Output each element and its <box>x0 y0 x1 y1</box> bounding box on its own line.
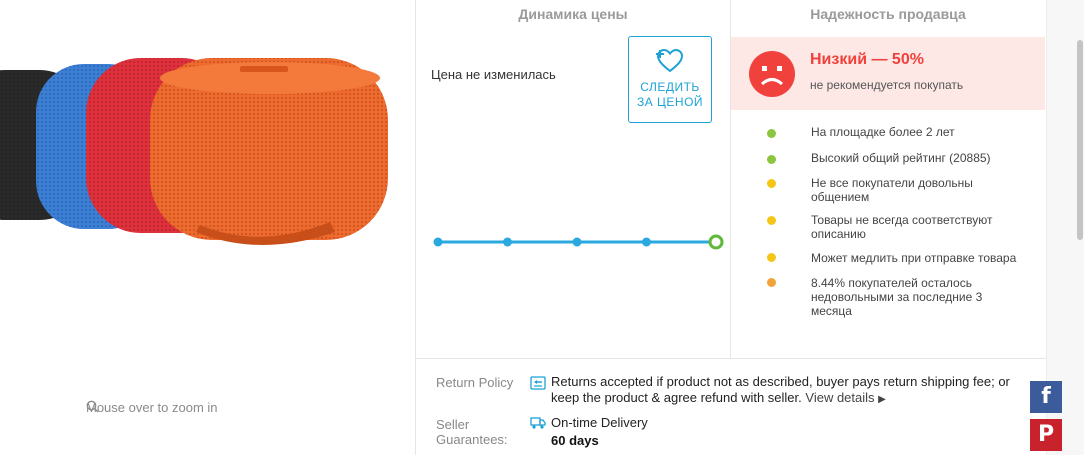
feature-text: Не все покупатели довольны общением <box>811 176 973 204</box>
status-dot <box>767 216 776 225</box>
price-point[interactable] <box>503 237 512 247</box>
delivery-truck-icon <box>530 417 546 429</box>
status-dot <box>767 253 776 262</box>
feature-text: 8.44% покупателей осталось недовольными … <box>811 276 983 318</box>
view-details-link[interactable]: View details ▶ <box>805 390 885 405</box>
facebook-share-button[interactable]: f <box>1030 381 1062 413</box>
rating-level: Низкий — 50% <box>810 51 924 68</box>
heart-plus-icon <box>656 48 684 73</box>
rating-note: не рекомендуется покупать <box>810 78 964 92</box>
status-dot <box>767 179 776 188</box>
price-dynamics-panel: Динамика цены Цена не изменилась СЛЕДИТЬ… <box>416 0 730 358</box>
feature-text: Товары не всегда соответствуют описанию <box>811 213 993 241</box>
seller-reliability-panel: Надежность продавца Низкий — 50% не реко… <box>731 0 1045 358</box>
follow-price-label-1: СЛЕДИТЬ <box>640 80 700 94</box>
price-chart <box>433 234 724 250</box>
seller-guarantees-label-2: Guarantees: <box>436 432 508 447</box>
on-time-delivery-text: On-time Delivery <box>551 415 648 430</box>
caret-right-icon: ▶ <box>878 394 886 405</box>
return-policy-text: Returns accepted if product not as descr… <box>551 374 1011 408</box>
zoom-hint: Mouse over to zoom in <box>86 400 218 415</box>
status-dot <box>767 129 776 138</box>
status-dot <box>767 278 776 287</box>
pinterest-share-button[interactable]: P <box>1030 419 1062 451</box>
feature-text: Высокий общий рейтинг (20885) <box>811 151 991 165</box>
price-point[interactable] <box>433 237 443 247</box>
delivery-days: 60 days <box>551 433 599 448</box>
price-panel-title: Динамика цены <box>518 6 628 22</box>
price-point[interactable] <box>642 237 651 247</box>
feature-text: На площадке более 2 лет <box>811 125 955 139</box>
follow-price-label-2: ЗА ЦЕНОЙ <box>636 95 704 109</box>
seller-rating-box: Низкий — 50% не рекомендуется покупать <box>731 37 1045 110</box>
return-icon <box>530 376 546 390</box>
zoom-hint-text: Mouse over to zoom in <box>86 400 218 415</box>
pinterest-icon: P <box>1037 422 1055 447</box>
view-details-text[interactable]: View details <box>805 390 874 405</box>
sad-face-icon <box>749 51 795 97</box>
price-point-current[interactable] <box>708 234 724 250</box>
seller-guarantees-label-1: Seller <box>436 417 470 432</box>
magnifier-icon <box>86 400 99 413</box>
feature-text: Может медлить при отправке товара <box>811 251 1017 265</box>
policy-section: Return Policy Returns accepted if produc… <box>416 359 1046 455</box>
return-policy-body: Returns accepted if product not as descr… <box>551 374 1010 405</box>
facebook-icon: f <box>1041 384 1051 409</box>
scrollbar-thumb[interactable] <box>1077 40 1083 240</box>
return-policy-label: Return Policy <box>436 375 514 390</box>
status-dot <box>767 155 776 164</box>
price-status: Цена не изменилась <box>431 67 556 82</box>
seller-panel-title: Надежность продавца <box>810 6 966 22</box>
product-image[interactable] <box>0 0 415 330</box>
product-image-area[interactable]: Mouse over to zoom in <box>0 0 415 455</box>
seller-guarantees-label: Seller Guarantees: <box>436 417 508 447</box>
page-root: Mouse over to zoom in Динамика цены Цена… <box>0 0 1084 455</box>
follow-price-button[interactable]: СЛЕДИТЬ ЗА ЦЕНОЙ <box>628 36 712 123</box>
price-point[interactable] <box>572 237 582 247</box>
